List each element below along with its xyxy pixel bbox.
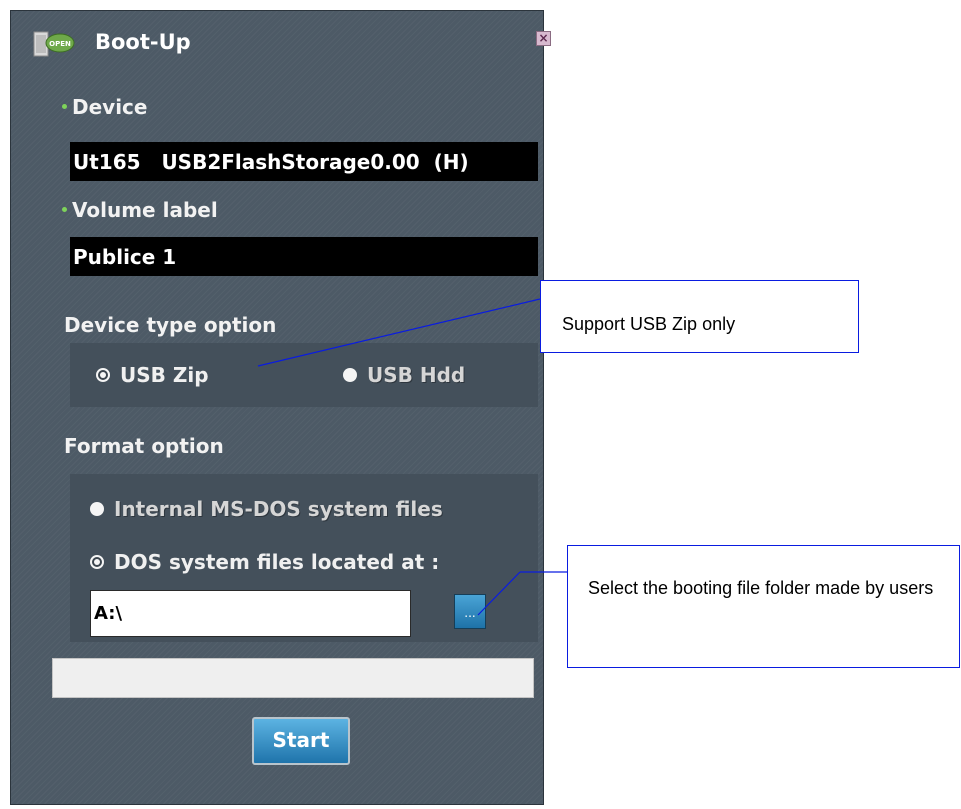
callout-zip-line (257, 298, 541, 367)
callout-usb-zip: Support USB Zip only (540, 280, 859, 353)
callout-usb-zip-text: Support USB Zip only (562, 314, 736, 334)
callout-folder: Select the booting file folder made by u… (567, 545, 960, 668)
callout-folder-line-b (477, 571, 521, 616)
callout-folder-text: Select the booting file folder made by u… (588, 578, 934, 598)
callout-connectors (257, 298, 567, 616)
